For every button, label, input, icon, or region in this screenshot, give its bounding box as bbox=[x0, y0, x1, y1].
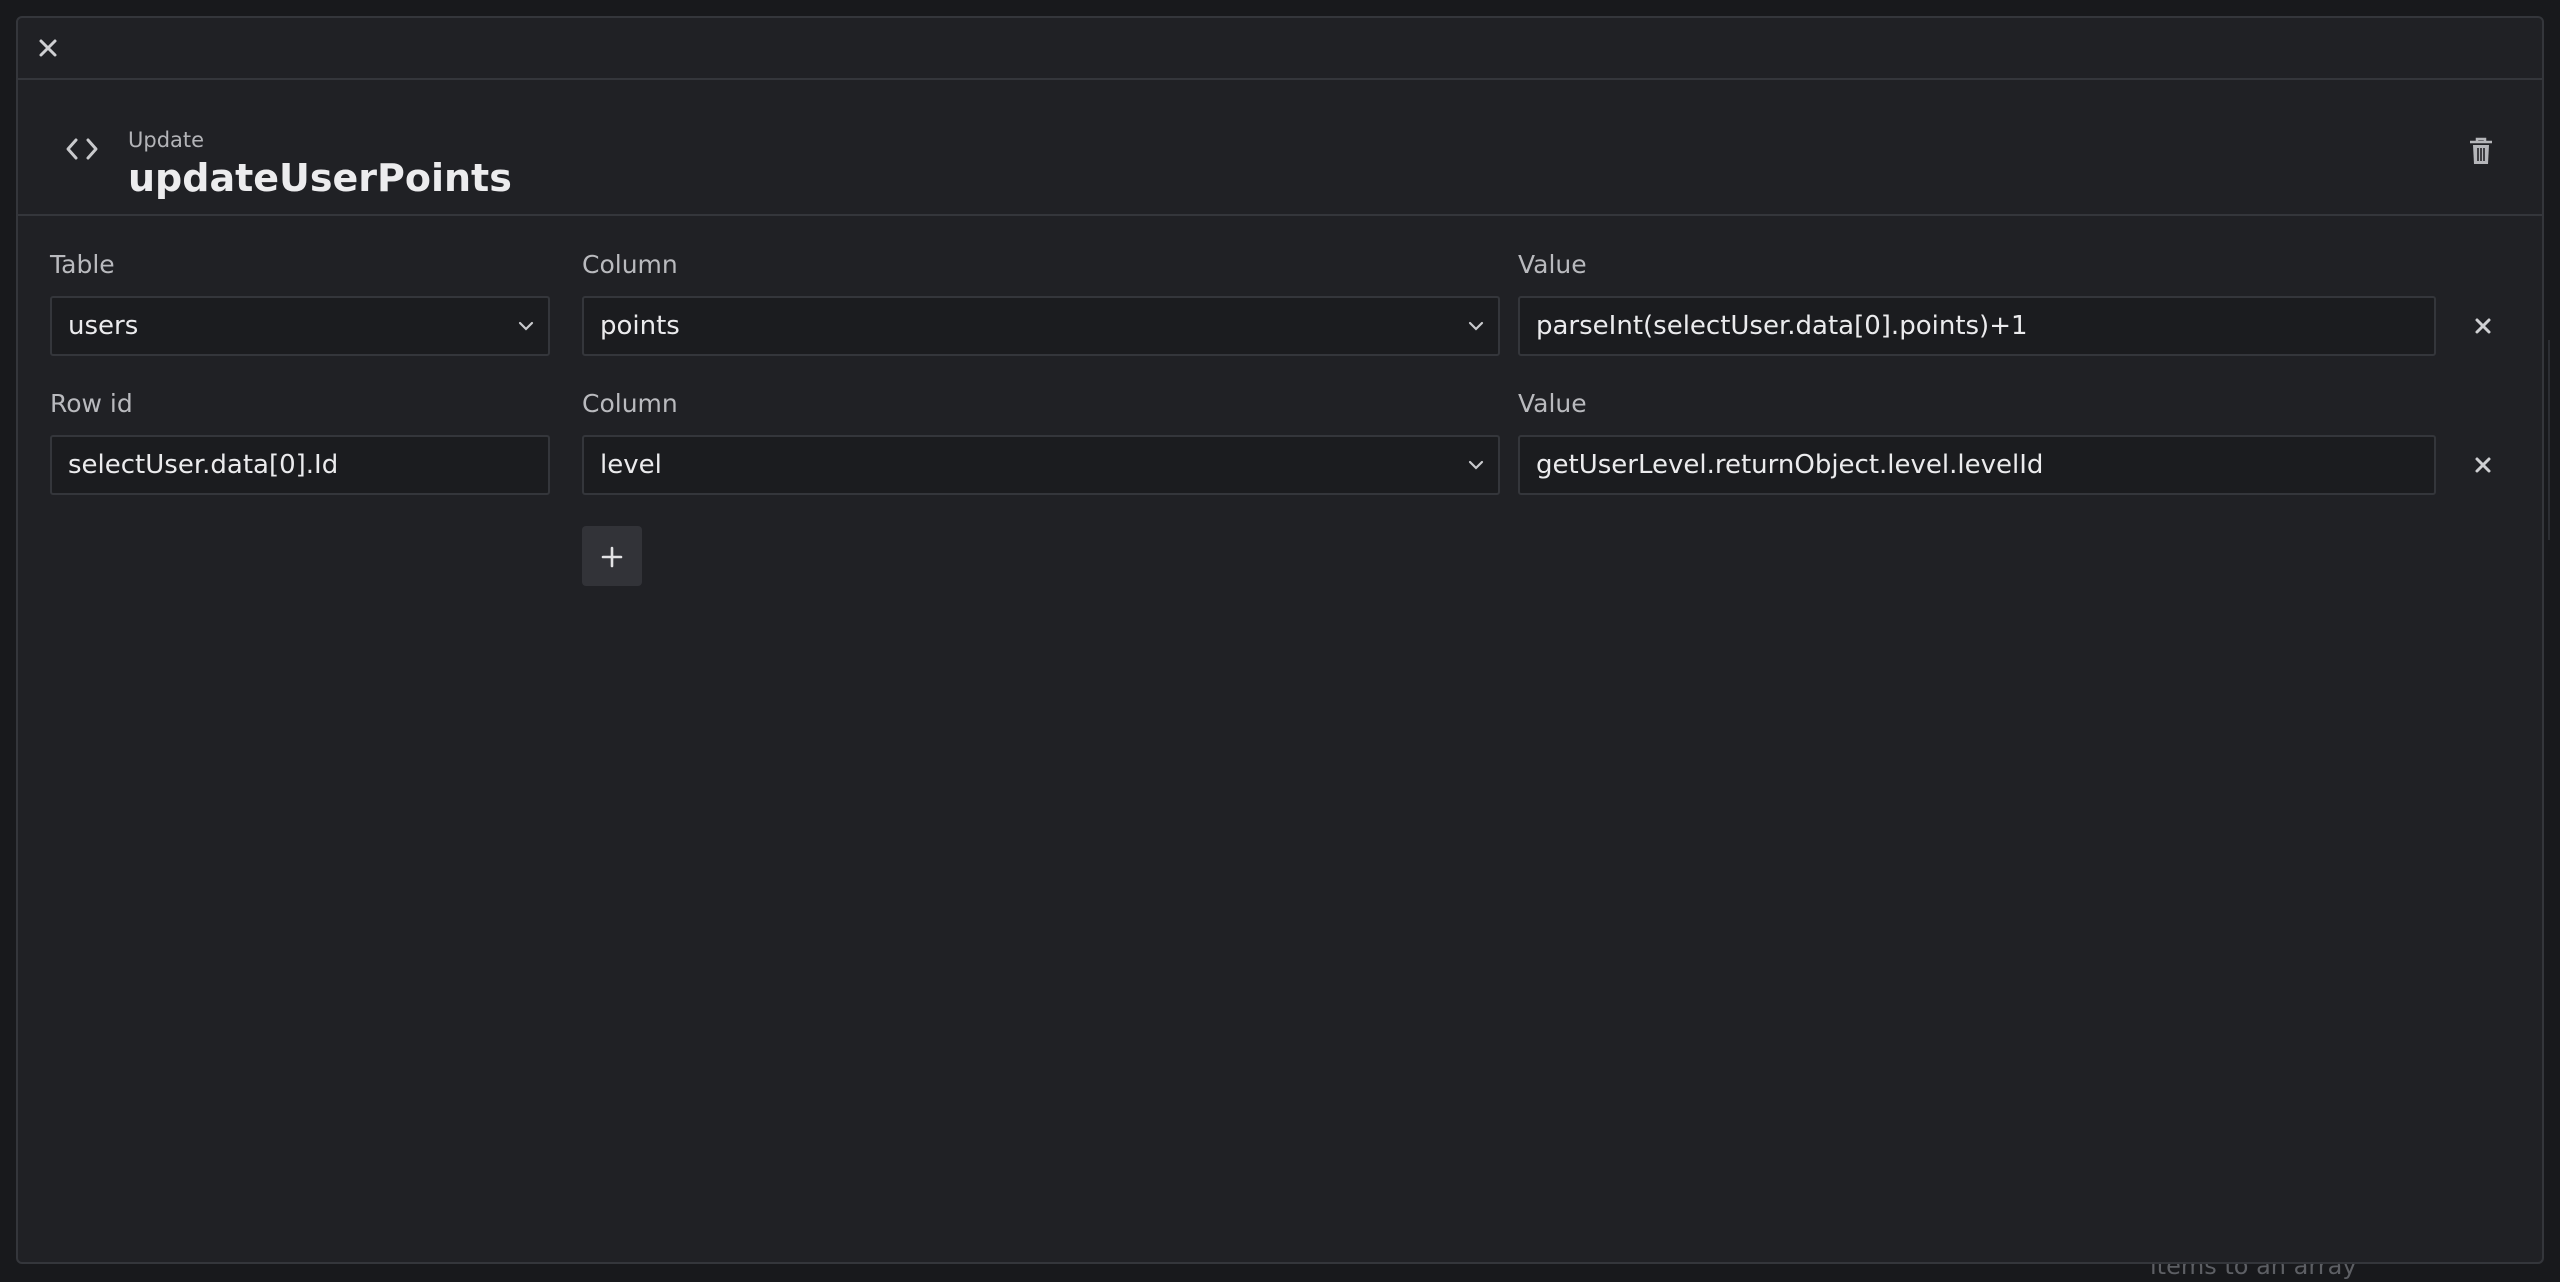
column-select-value: points bbox=[600, 311, 680, 341]
value-input[interactable]: getUserLevel.returnObject.level.levelId bbox=[1518, 435, 2436, 495]
value-label: Value bbox=[1518, 389, 1587, 418]
background-panel-edge bbox=[2548, 340, 2560, 540]
table-select-value: users bbox=[68, 311, 139, 341]
modal-topbar bbox=[18, 18, 2542, 80]
action-type-label: Update bbox=[128, 128, 205, 152]
plus-icon bbox=[600, 534, 624, 578]
remove-row-icon[interactable] bbox=[2468, 311, 2498, 341]
value-input-text: getUserLevel.returnObject.level.levelId bbox=[1536, 450, 2044, 480]
value-label: Value bbox=[1518, 250, 1587, 279]
column-select[interactable]: level bbox=[582, 435, 1500, 495]
update-action-modal: Update updateUserPoints Table users Colu… bbox=[16, 16, 2544, 1264]
value-input-text: parseInt(selectUser.data[0].points)+1 bbox=[1536, 311, 2028, 341]
remove-row-icon[interactable] bbox=[2468, 450, 2498, 480]
row-id-input-text: selectUser.data[0].Id bbox=[68, 450, 339, 480]
column-label: Column bbox=[582, 250, 678, 279]
chevron-down-icon bbox=[504, 298, 548, 354]
close-icon[interactable] bbox=[34, 34, 62, 62]
chevron-down-icon bbox=[1454, 298, 1498, 354]
add-field-button[interactable] bbox=[582, 526, 642, 586]
column-label: Column bbox=[582, 389, 678, 418]
chevron-down-icon bbox=[1454, 437, 1498, 493]
action-name-title: updateUserPoints bbox=[128, 156, 512, 200]
modal-header: Update updateUserPoints bbox=[18, 80, 2542, 216]
column-select-value: level bbox=[600, 450, 662, 480]
row-id-input[interactable]: selectUser.data[0].Id bbox=[50, 435, 550, 495]
column-select[interactable]: points bbox=[582, 296, 1500, 356]
value-input[interactable]: parseInt(selectUser.data[0].points)+1 bbox=[1518, 296, 2436, 356]
row-id-label: Row id bbox=[50, 389, 133, 418]
trash-icon[interactable] bbox=[2468, 136, 2494, 166]
code-icon bbox=[64, 134, 100, 164]
table-select[interactable]: users bbox=[50, 296, 550, 356]
table-label: Table bbox=[50, 250, 115, 279]
